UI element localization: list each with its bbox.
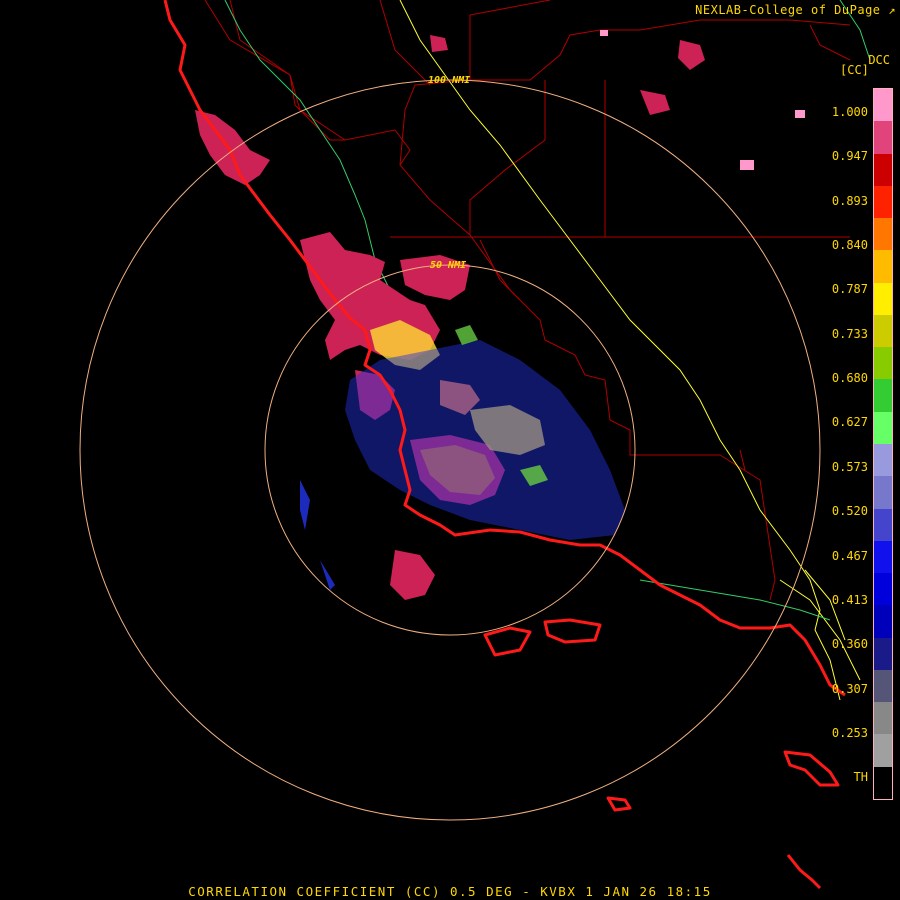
colorbar-segment [874,185,892,219]
colorbar-tick-label: 0.573 [831,459,868,474]
colorbar-tick-label: 0.627 [831,415,868,430]
range-ring-50-label: 50 NMI [430,260,466,271]
colorbar-segment [874,89,892,122]
colorbar [873,88,893,800]
colorbar-segment [874,766,892,800]
colorbar-tick-label: 0.467 [831,548,868,563]
units-label: [CC] [840,63,869,77]
colorbar-tick-label: 1.000 [831,105,868,119]
colorbar-tick-label: 0.893 [831,193,868,208]
colorbar-tick-label: 0.947 [831,149,868,164]
radar-map[interactable]: 100 NMI 50 NMI [0,0,900,900]
product-code: DCC [868,53,890,67]
colorbar-segment [874,508,892,542]
colorbar-segment [874,411,892,445]
colorbar-tick-label: 0.840 [831,238,868,253]
credit-label[interactable]: NEXLAB-College of DuPage ↗ [695,3,896,17]
colorbar-segment [874,540,892,574]
colorbar-tick-label: 0.787 [831,282,868,297]
colorbar-segment [874,444,892,477]
colorbar-segment [874,282,892,316]
colorbar-segment [874,250,892,284]
colorbar-segment [874,637,892,671]
colorbar-segment [874,702,892,735]
radar-echoes [195,30,805,600]
colorbar-segment [874,218,892,251]
range-ring-100-label: 100 NMI [428,75,470,86]
colorbar-segment [874,121,892,155]
colorbar-segment [874,314,892,348]
colorbar-tick-label: 0.520 [831,504,868,519]
colorbar-segment [874,379,892,413]
colorbar-tick-label: 0.733 [831,326,868,341]
colorbar-segment [874,476,892,510]
highways [224,0,871,701]
colorbar-tick-label: 0.360 [831,637,868,652]
colorbar-segment [874,347,892,380]
colorbar-tick-label: TH [853,770,868,785]
colorbar-tick-label: 0.680 [831,371,868,386]
colorbar-tick-label: 0.253 [831,725,868,740]
colorbar-tick-label: 0.307 [831,681,868,696]
colorbar-segment [874,573,892,606]
colorbar-segment [874,734,892,768]
external-link-icon[interactable]: ↗ [888,3,896,17]
product-footer: CORRELATION COEFFICIENT (CC) 0.5 DEG - K… [188,884,712,899]
colorbar-tick-label: 0.413 [831,592,868,607]
credit-text: NEXLAB-College of DuPage [695,3,881,17]
colorbar-segment [874,605,892,639]
colorbar-segment [874,153,892,187]
colorbar-segment [874,669,892,703]
